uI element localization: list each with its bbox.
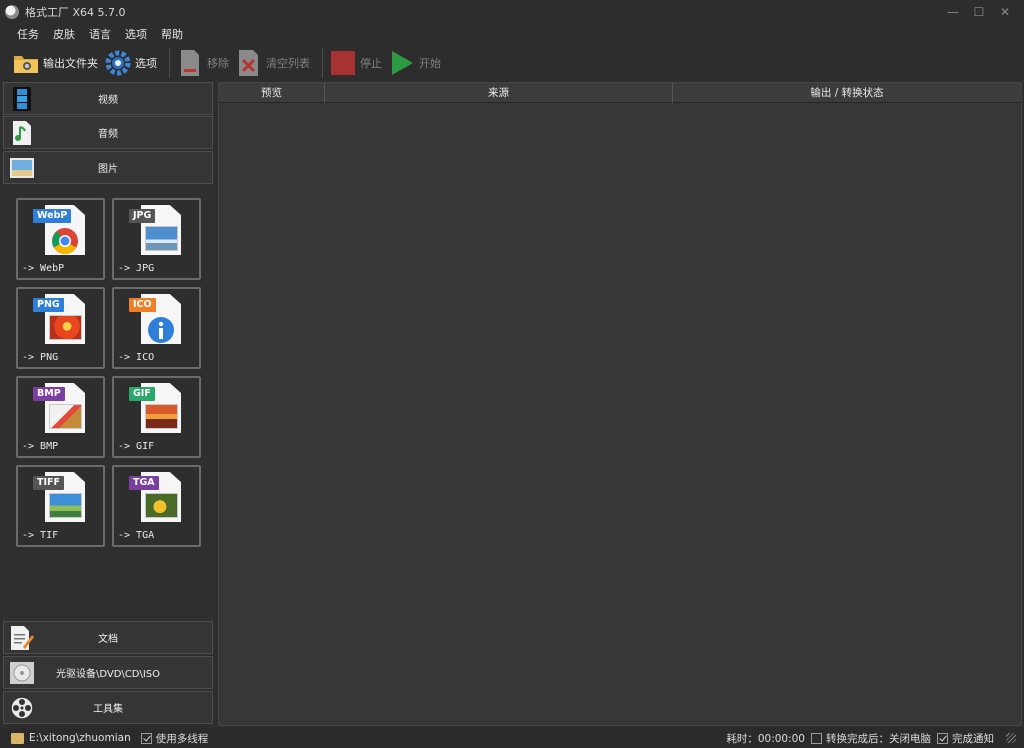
format-badge: WebP (33, 209, 72, 223)
output-folder-label: 输出文件夹 (43, 57, 98, 70)
format-badge: GIF (129, 387, 155, 401)
film-reel-icon (8, 694, 36, 722)
format-tga-label: -> TGA (118, 530, 155, 541)
menu-options[interactable]: 选项 (118, 26, 154, 42)
category-tools[interactable]: 工具集 (3, 691, 213, 724)
window-controls: — ☐ ✕ (940, 2, 1018, 22)
format-badge: PNG (33, 298, 64, 312)
title-bar: 格式工厂 X64 5.7.0 — ☐ ✕ (0, 0, 1024, 24)
output-folder-button[interactable]: 输出文件夹 (12, 47, 98, 79)
menu-task[interactable]: 任务 (10, 26, 46, 42)
category-audio[interactable]: 音频 (3, 116, 213, 149)
resize-grip-icon[interactable] (1006, 733, 1016, 743)
sunset-photo-icon (145, 404, 178, 429)
document-icon (8, 624, 36, 652)
landscape-photo-icon (145, 226, 178, 251)
info-icon (148, 317, 174, 343)
elapsed-time: 耗时：00:00:00 (726, 732, 805, 745)
format-jpg-label: -> JPG (118, 263, 155, 274)
clear-list-button[interactable]: 清空列表 (235, 47, 310, 79)
format-gif-label: -> GIF (118, 441, 155, 452)
format-badge: TIFF (33, 476, 64, 490)
gear-icon (104, 49, 132, 77)
status-bar: E:\xitong\zhuomian 使用多线程 耗时：00:00:00 转换完… (0, 728, 1024, 748)
format-webp-tile[interactable]: WebP -> WebP (16, 198, 105, 280)
start-label: 开始 (419, 57, 441, 70)
stop-label: 停止 (360, 57, 382, 70)
format-ico-label: -> ICO (118, 352, 155, 363)
format-ico-tile[interactable]: ICO -> ICO (112, 287, 201, 369)
folder-icon (12, 49, 40, 77)
format-tif-tile[interactable]: TIFF -> TIF (16, 465, 105, 547)
after-convert-checkbox[interactable] (811, 732, 822, 744)
category-picture[interactable]: 图片 (3, 151, 213, 184)
landscape-photo-icon (49, 493, 82, 518)
notify-checkbox[interactable] (937, 732, 948, 744)
options-button[interactable]: 选项 (104, 47, 157, 79)
folder-icon[interactable] (11, 732, 24, 744)
clear-list-label: 清空列表 (266, 57, 310, 70)
format-png-label: -> PNG (22, 352, 59, 363)
remove-file-icon (176, 49, 204, 77)
picture-icon (8, 154, 36, 182)
close-button[interactable]: ✕ (992, 2, 1018, 22)
app-logo-icon (5, 5, 19, 19)
output-path[interactable]: E:\xitong\zhuomian (29, 732, 131, 744)
format-badge: ICO (129, 298, 156, 312)
format-badge: BMP (33, 387, 65, 401)
format-png-tile[interactable]: PNG -> PNG (16, 287, 105, 369)
format-tif-label: -> TIF (22, 530, 59, 541)
film-icon (8, 85, 36, 113)
menu-help[interactable]: 帮助 (154, 26, 190, 42)
column-preview[interactable]: 预览 (219, 83, 325, 103)
clear-list-icon (235, 49, 263, 77)
options-label: 选项 (135, 57, 157, 70)
format-bmp-tile[interactable]: BMP -> BMP (16, 376, 105, 458)
maximize-button[interactable]: ☐ (966, 2, 992, 22)
app-window: 格式工厂 X64 5.7.0 — ☐ ✕ 任务 皮肤 语言 选项 帮助 输出文件… (0, 0, 1024, 748)
format-tga-tile[interactable]: TGA -> TGA (112, 465, 201, 547)
menu-language[interactable]: 语言 (82, 26, 118, 42)
chrome-logo-icon (52, 228, 78, 255)
format-badge: JPG (129, 209, 156, 223)
remove-button[interactable]: 移除 (176, 47, 229, 79)
window-title: 格式工厂 X64 5.7.0 (25, 6, 126, 19)
minimize-button[interactable]: — (940, 2, 966, 22)
music-note-icon (8, 119, 36, 147)
column-source[interactable]: 来源 (325, 83, 673, 103)
disc-drive-icon (8, 659, 36, 687)
menu-skin[interactable]: 皮肤 (46, 26, 82, 42)
format-bmp-label: -> BMP (22, 441, 59, 452)
toolbar: 输出文件夹 选项 移除 清空列表 停止 开始 (0, 44, 1024, 82)
sidebar: 视频 音频 图片 WebP -> WebP JPG -> JPG PNG -> … (2, 82, 214, 726)
multithread-label: 使用多线程 (155, 732, 209, 745)
remove-label: 移除 (207, 57, 229, 70)
multithread-checkbox[interactable] (140, 732, 152, 744)
paint-brush-icon (49, 404, 82, 429)
start-button[interactable]: 开始 (388, 47, 441, 79)
after-convert-label: 转换完成后：关闭电脑 (826, 732, 931, 745)
flower-photo-icon (145, 493, 178, 518)
category-disc[interactable]: 光驱设备\DVD\CD\ISO (3, 656, 213, 689)
play-icon (388, 49, 416, 77)
table-header: 预览 来源 输出 / 转换状态 (219, 83, 1021, 103)
notify-label: 完成通知 (952, 732, 994, 745)
format-badge: TGA (129, 476, 159, 490)
toolbar-divider (322, 48, 323, 78)
category-document[interactable]: 文档 (3, 621, 213, 654)
menu-bar: 任务 皮肤 语言 选项 帮助 (0, 24, 1024, 44)
category-video[interactable]: 视频 (3, 82, 213, 115)
format-webp-label: -> WebP (22, 263, 65, 274)
status-bar-right: 耗时：00:00:00 转换完成后：关闭电脑 完成通知 (726, 728, 1016, 748)
stop-button[interactable]: 停止 (329, 47, 382, 79)
format-jpg-tile[interactable]: JPG -> JPG (112, 198, 201, 280)
red-flower-icon (49, 315, 82, 340)
task-list[interactable]: 预览 来源 输出 / 转换状态 (218, 82, 1022, 726)
toolbar-divider (169, 48, 170, 78)
format-gif-tile[interactable]: GIF -> GIF (112, 376, 201, 458)
column-output-status[interactable]: 输出 / 转换状态 (673, 83, 1021, 103)
stop-icon (329, 49, 357, 77)
